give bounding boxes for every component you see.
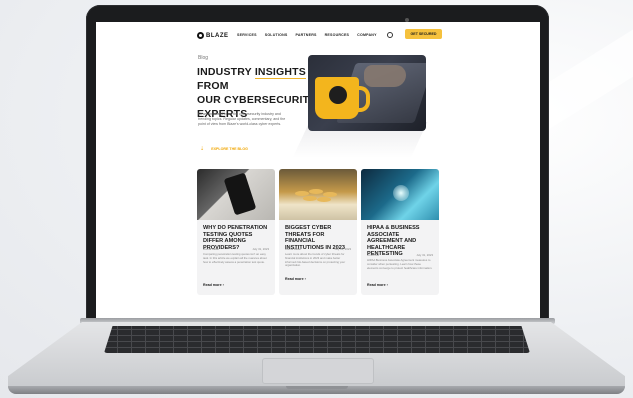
card-excerpt: Comparing penetration testing quotes isn… xyxy=(203,252,267,264)
blog-card[interactable]: HIPAA & BUSINESS ASSOCIATE AGREEMENT AND… xyxy=(361,169,439,295)
logo-text: BLAZE xyxy=(206,32,229,39)
nav-link-services[interactable]: SERVICES xyxy=(237,33,257,37)
blaze-logo[interactable]: BLAZE xyxy=(197,32,229,39)
card-image-digital-health xyxy=(361,169,439,220)
card-image-calculator xyxy=(197,169,275,220)
logo-mark-icon xyxy=(197,32,204,39)
card-date: July 31, 2023 xyxy=(334,247,351,251)
card-date: July 31, 2023 xyxy=(416,253,433,257)
hero-image xyxy=(308,55,426,131)
arrow-down-icon: ⇣ xyxy=(200,146,205,152)
card-author: Lora Pool xyxy=(367,253,379,257)
explore-blog-label: EXPLORE THE BLOG xyxy=(211,147,248,151)
digital-glow-graphic xyxy=(393,185,409,201)
card-excerpt: Learn more about the trends of cyber thr… xyxy=(285,252,346,268)
card-author: Dorina Belan xyxy=(285,247,302,251)
title-part: INDUSTRY xyxy=(197,66,255,78)
nav-link-resources[interactable]: RESOURCES xyxy=(325,33,350,37)
laptop-trackpad xyxy=(262,358,374,384)
hero-description: News and insights on the cybersecurity i… xyxy=(198,112,286,126)
laptop-screen: BLAZE SERVICES SOLUTIONS PARTNERS RESOUR… xyxy=(96,22,540,318)
nav-link-partners[interactable]: PARTNERS xyxy=(295,33,316,37)
title-part: OUR CYBERSECURITY xyxy=(197,94,317,106)
read-more-link[interactable]: Read more › xyxy=(367,283,388,287)
laptop-keyboard xyxy=(104,326,530,353)
read-more-link[interactable]: Read more › xyxy=(203,283,224,287)
nav-link-company[interactable]: COMPANY xyxy=(357,33,377,37)
card-date: July 31, 2023 xyxy=(252,247,269,251)
card-excerpt: HIPAA Business Associate Agreement measu… xyxy=(367,258,433,270)
nav-links: SERVICES SOLUTIONS PARTNERS RESOURCES CO… xyxy=(237,33,377,37)
search-icon[interactable] xyxy=(387,32,393,38)
read-more-link[interactable]: Read more › xyxy=(285,277,306,281)
card-author: Dorina Belan xyxy=(203,247,220,251)
card-meta: Dorina Belan July 31, 2023 xyxy=(203,247,269,251)
get-secured-button[interactable]: GET SECURED xyxy=(405,29,442,39)
blog-card[interactable]: BIGGEST CYBER THREATS FOR FINANCIAL INST… xyxy=(279,169,357,295)
title-part: FROM xyxy=(197,80,229,92)
coin-graphic xyxy=(309,189,323,194)
nav-link-solutions[interactable]: SOLUTIONS xyxy=(265,33,288,37)
laptop-opening-notch xyxy=(286,386,348,389)
yellow-mug-graphic xyxy=(315,77,370,119)
coin-graphic xyxy=(303,196,317,201)
hand-graphic xyxy=(364,65,406,87)
page-kicker: Blog xyxy=(198,55,209,61)
card-meta: Lora Pool July 31, 2023 xyxy=(367,253,433,257)
explore-blog-link[interactable]: ⇣ EXPLORE THE BLOG xyxy=(200,146,248,152)
card-meta: Dorina Belan July 31, 2023 xyxy=(285,247,351,251)
card-image-coins xyxy=(279,169,357,220)
blog-card[interactable]: WHY DO PENETRATION TESTING QUOTES DIFFER… xyxy=(197,169,275,295)
title-highlight: INSIGHTS xyxy=(254,66,307,79)
calculator-graphic xyxy=(223,172,257,216)
coin-graphic xyxy=(317,197,331,202)
